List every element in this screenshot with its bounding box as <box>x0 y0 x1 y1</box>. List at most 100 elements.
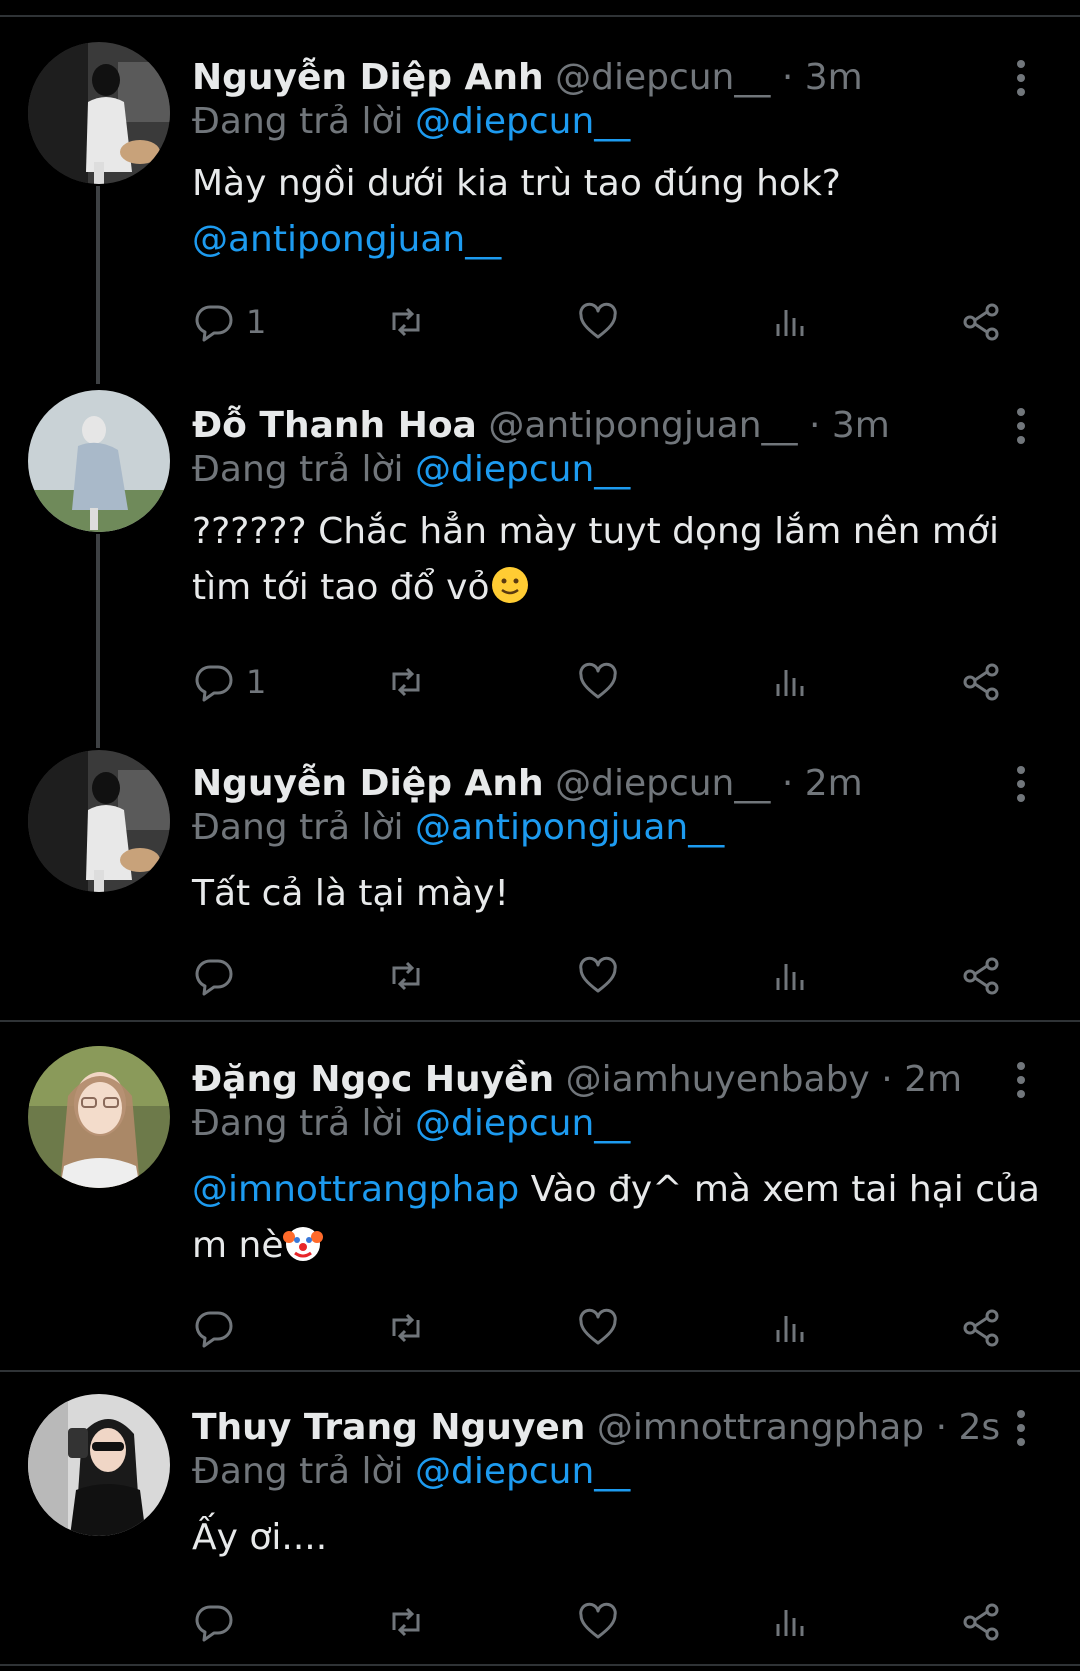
user-handle[interactable]: @diepcun__ <box>555 763 770 804</box>
tweet-actions <box>192 1600 1012 1644</box>
reply-count: 1 <box>246 303 267 341</box>
display-name[interactable]: Nguyễn Diệp Anh <box>192 763 544 804</box>
slightly-smiling-face-icon <box>491 567 528 603</box>
mention-link[interactable]: @antipongjuan__ <box>192 219 501 260</box>
timestamp[interactable]: 2m <box>904 1059 962 1100</box>
retweet-button[interactable] <box>384 300 428 344</box>
views-icon <box>776 964 804 990</box>
share-icon <box>963 1603 999 1641</box>
like-button[interactable] <box>576 1306 620 1350</box>
views-button[interactable] <box>768 954 812 998</box>
like-icon <box>579 956 617 993</box>
tweet-divider <box>0 1020 1080 1022</box>
reply-button[interactable]: 1 <box>192 300 266 344</box>
reply-prefix: Đang trả lời <box>192 807 404 848</box>
share-icon <box>963 303 999 341</box>
tweet-divider <box>0 1370 1080 1372</box>
reply-icon <box>195 1311 233 1348</box>
clown-face-icon <box>283 1227 324 1261</box>
reply-icon <box>195 1605 233 1642</box>
reply-icon <box>195 959 233 996</box>
thread-line <box>96 534 100 748</box>
reply-context: Đang trả lời @diepcun__ <box>192 94 630 150</box>
more-icon[interactable] <box>1000 762 1040 806</box>
share-button[interactable] <box>960 1306 1004 1350</box>
tweet-actions <box>192 1306 1012 1350</box>
tweet-text-content: Ấy ơi.... <box>192 1517 328 1558</box>
reply-icon <box>195 665 233 702</box>
reply-prefix: Đang trả lời <box>192 449 404 490</box>
more-icon[interactable] <box>1000 56 1040 100</box>
user-handle[interactable]: @antipongjuan__ <box>488 405 797 446</box>
more-icon[interactable] <box>1000 1406 1040 1450</box>
timestamp[interactable]: 3m <box>832 405 890 446</box>
retweet-icon <box>392 667 420 697</box>
timestamp[interactable]: 2m <box>805 763 863 804</box>
reply-count: 1 <box>246 663 267 701</box>
like-icon <box>579 302 617 339</box>
like-icon <box>579 1308 617 1345</box>
retweet-icon <box>392 961 420 991</box>
avatar[interactable] <box>28 1046 170 1188</box>
reply-button[interactable]: 1 <box>192 660 266 704</box>
reply-to-mention[interactable]: @diepcun__ <box>415 449 630 490</box>
more-icon[interactable] <box>1000 404 1040 448</box>
display-name[interactable]: Đỗ Thanh Hoa <box>192 405 477 446</box>
avatar[interactable] <box>28 750 170 892</box>
separator: · <box>809 405 821 446</box>
views-button[interactable] <box>768 660 812 704</box>
like-button[interactable] <box>576 660 620 704</box>
top-divider <box>0 15 1080 17</box>
reply-context: Đang trả lời @diepcun__ <box>192 1444 630 1500</box>
display-name[interactable]: Nguyễn Diệp Anh <box>192 57 544 98</box>
like-button[interactable] <box>576 1600 620 1644</box>
like-icon <box>579 662 617 699</box>
user-handle[interactable]: @imnottrangphap <box>597 1407 924 1448</box>
avatar[interactable] <box>28 42 170 184</box>
reply-to-mention[interactable]: @diepcun__ <box>415 101 630 142</box>
share-button[interactable] <box>960 954 1004 998</box>
share-button[interactable] <box>960 300 1004 344</box>
reply-to-mention[interactable]: @diepcun__ <box>415 1451 630 1492</box>
avatar[interactable] <box>28 1394 170 1536</box>
retweet-button[interactable] <box>384 1306 428 1350</box>
views-icon <box>776 1316 804 1342</box>
retweet-button[interactable] <box>384 660 428 704</box>
views-button[interactable] <box>768 300 812 344</box>
reply-button[interactable] <box>192 1306 236 1350</box>
tweet-text-content: Tất cả là tại mày! <box>192 873 509 914</box>
thread-line <box>96 186 100 384</box>
timestamp[interactable]: 2s <box>959 1407 1001 1448</box>
reply-button[interactable] <box>192 1600 236 1644</box>
retweet-button[interactable] <box>384 1600 428 1644</box>
display-name[interactable]: Đặng Ngọc Huyền <box>192 1059 554 1100</box>
tweet-text: @imnottrangphap Vào đy^ mà xem tai hại c… <box>192 1162 1042 1274</box>
separator: · <box>935 1407 948 1448</box>
like-button[interactable] <box>576 954 620 998</box>
reply-context: Đang trả lời @diepcun__ <box>192 1096 630 1152</box>
timestamp[interactable]: 3m <box>805 57 863 98</box>
mention-link[interactable]: @imnottrangphap <box>192 1169 519 1210</box>
like-button[interactable] <box>576 300 620 344</box>
reply-button[interactable] <box>192 954 236 998</box>
share-button[interactable] <box>960 660 1004 704</box>
tweet-text: Tất cả là tại mày! <box>192 866 1042 922</box>
user-handle[interactable]: @iamhuyenbaby <box>566 1059 870 1100</box>
avatar[interactable] <box>28 390 170 532</box>
tweet-text: Mày ngồi dưới kia trù tao đúng hok? @ant… <box>192 156 1042 268</box>
reply-to-mention[interactable]: @diepcun__ <box>415 1103 630 1144</box>
display-name[interactable]: Thuy Trang Nguyen <box>192 1407 585 1448</box>
views-icon <box>776 1610 804 1636</box>
tweet-text: Ấy ơi.... <box>192 1510 1042 1566</box>
retweet-button[interactable] <box>384 954 428 998</box>
reply-prefix: Đang trả lời <box>192 101 404 142</box>
views-button[interactable] <box>768 1306 812 1350</box>
share-icon <box>963 957 999 995</box>
views-button[interactable] <box>768 1600 812 1644</box>
tweet-text-content: ?????? Chắc hẳn mày tuyt dọng lắm nên mớ… <box>192 511 1000 608</box>
reply-to-mention[interactable]: @antipongjuan__ <box>415 807 724 848</box>
user-handle[interactable]: @diepcun__ <box>555 57 770 98</box>
retweet-icon <box>392 1313 420 1343</box>
more-icon[interactable] <box>1000 1058 1040 1102</box>
share-button[interactable] <box>960 1600 1004 1644</box>
